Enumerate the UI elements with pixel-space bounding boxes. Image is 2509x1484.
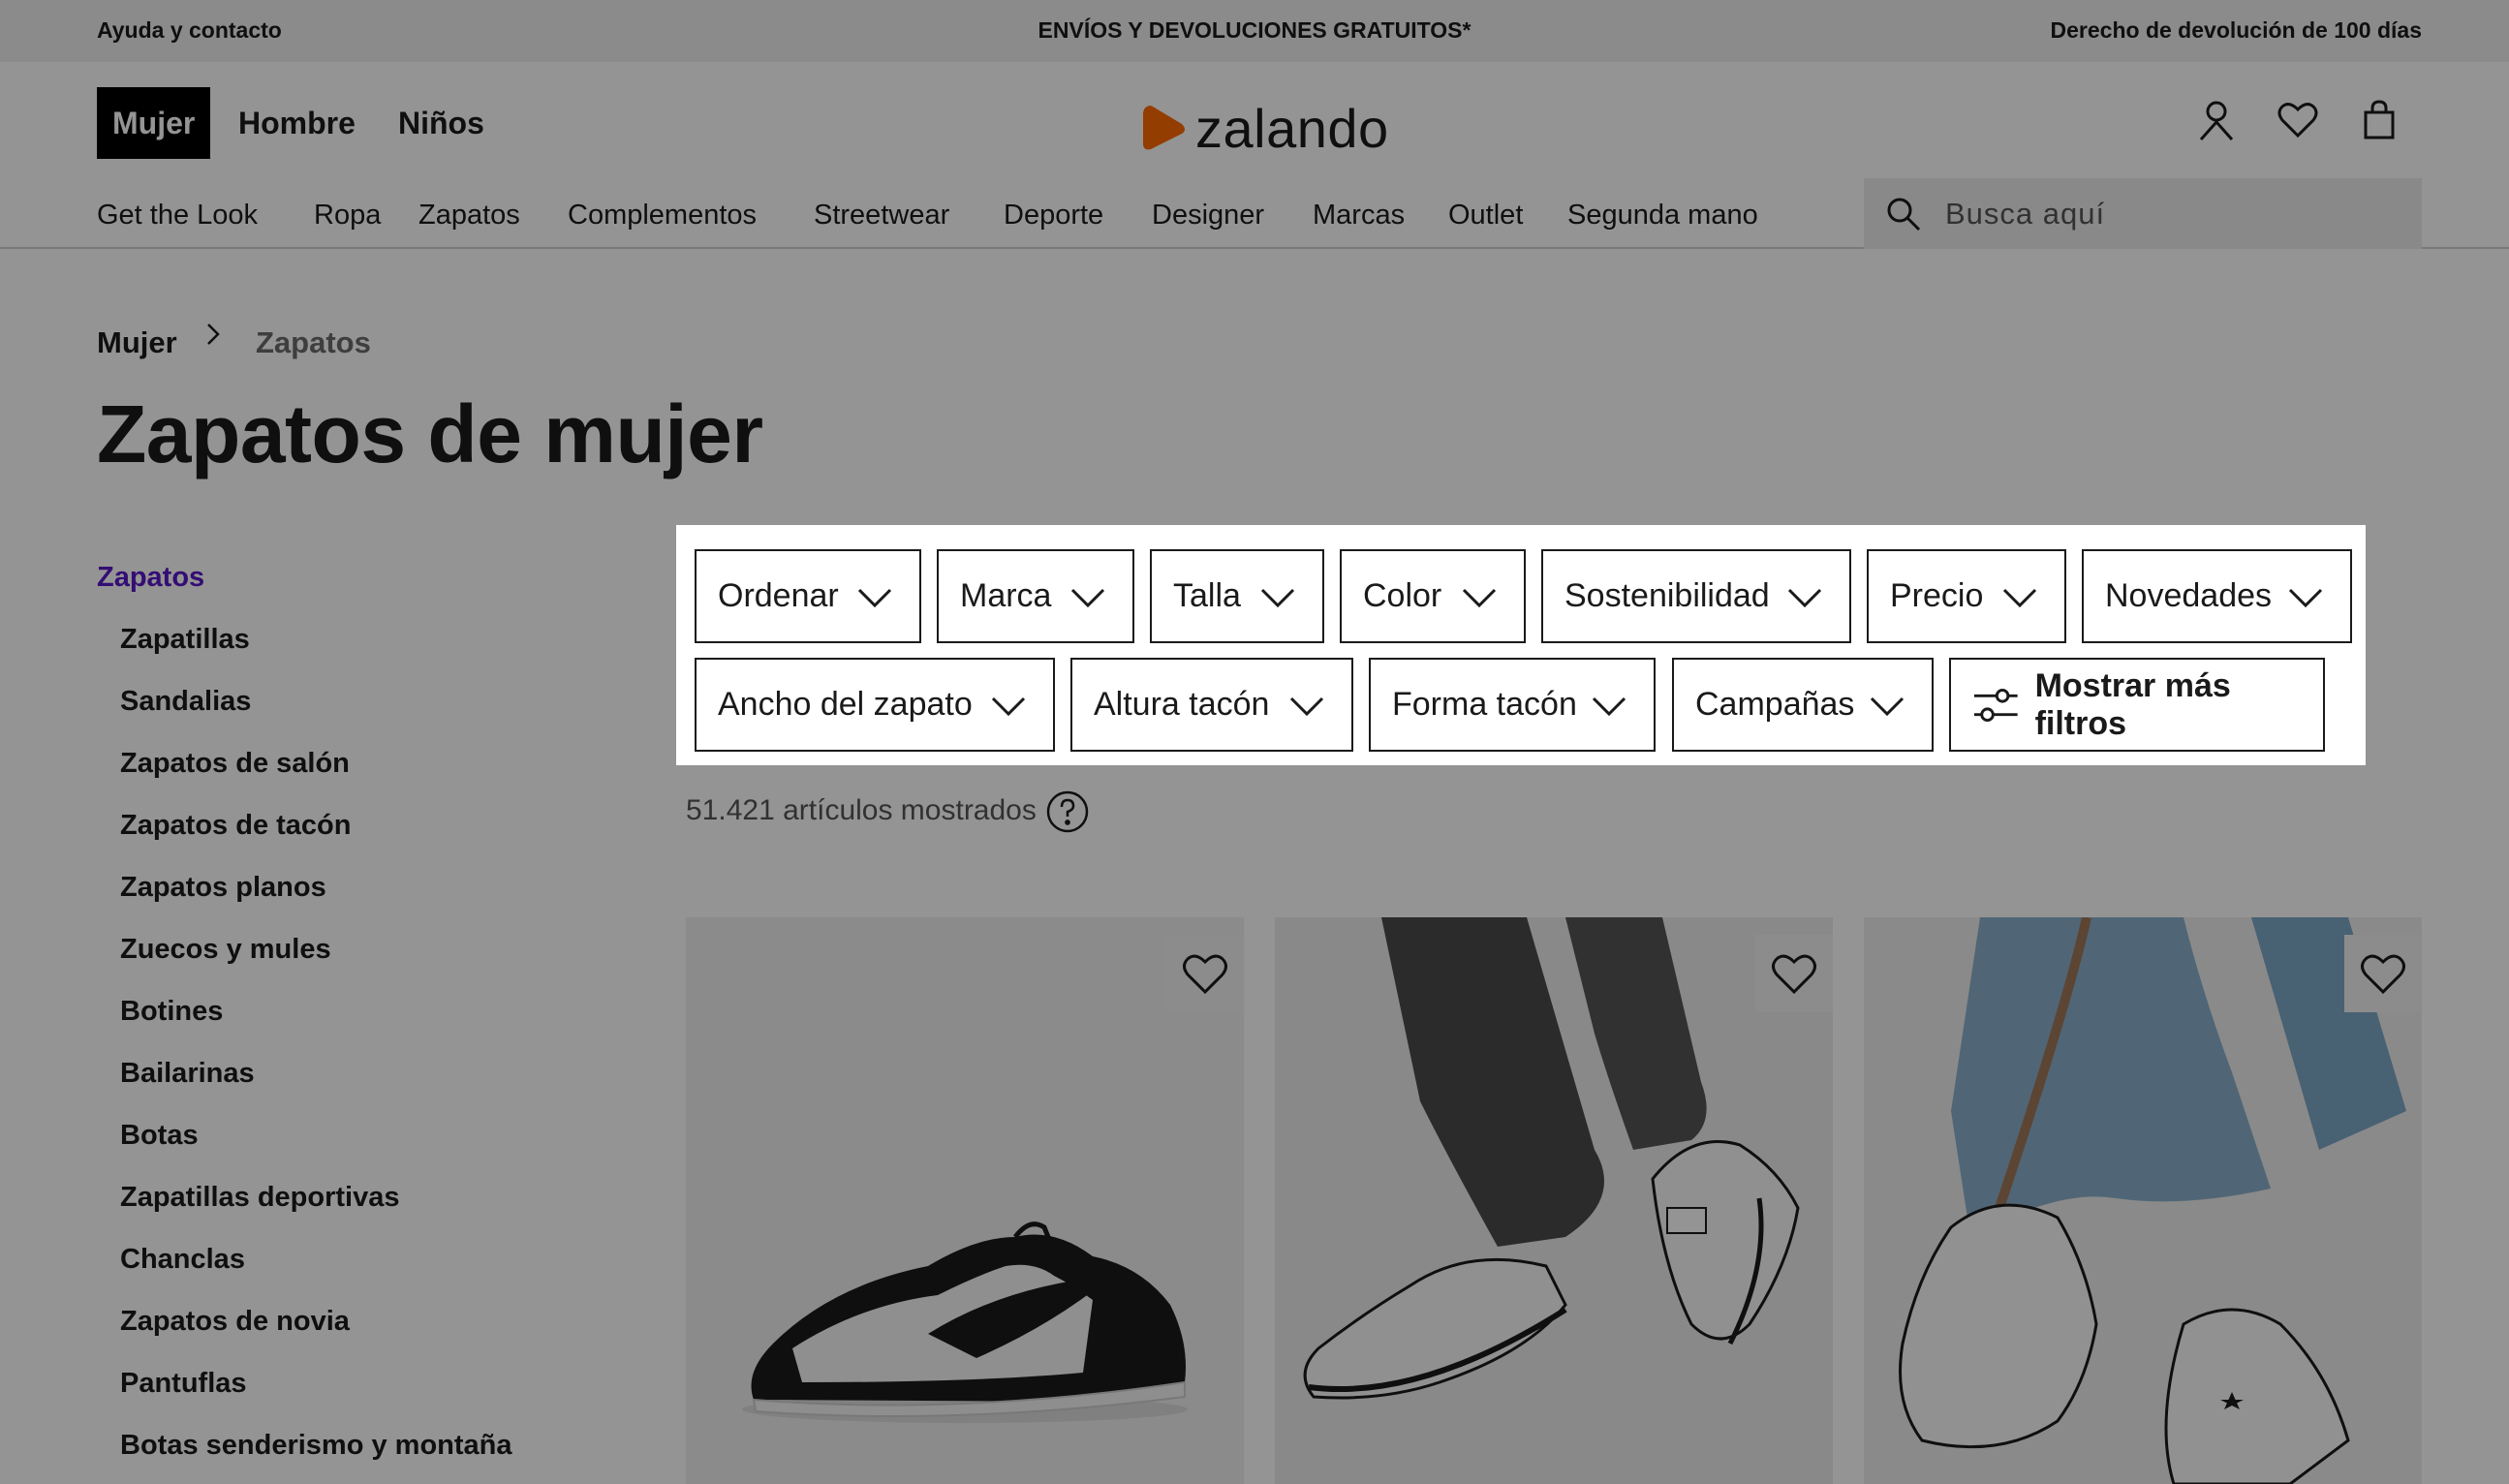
sidebar-item-botas[interactable]: Botas (120, 1116, 512, 1178)
filter-bar: Ordenar Marca Talla Color Sostenibilidad… (676, 525, 2366, 765)
sidebar-item-zapatos-de-novia[interactable]: Zapatos de novia (120, 1302, 512, 1364)
filter-talla-button[interactable]: Talla (1150, 549, 1324, 643)
sidebar-item-botines[interactable]: Botines (120, 992, 512, 1054)
chevron-down-icon (1870, 696, 1905, 717)
heart-icon (1772, 954, 1816, 995)
page-title: Zapatos de mujer (97, 388, 763, 479)
more-filters-button[interactable]: Mostrar más filtros (1949, 658, 2325, 752)
search-icon (1887, 198, 1921, 231)
nav-outlet[interactable]: Outlet (1448, 200, 1523, 232)
nav-deporte[interactable]: Deporte (1004, 200, 1103, 232)
product-card[interactable] (686, 917, 1244, 1484)
results-count: 51.421 artículos mostrados (686, 794, 1037, 826)
nav-ropa[interactable]: Ropa (314, 200, 381, 232)
return-policy-link[interactable]: Derecho de devolución de 100 días (2051, 17, 2422, 44)
heart-icon (1183, 954, 1227, 995)
filter-campanas-button[interactable]: Campañas (1672, 658, 1934, 752)
chevron-down-icon (2288, 588, 2323, 608)
sidebar-item-pantuflas[interactable]: Pantuflas (120, 1364, 512, 1426)
gender-tab-mujer[interactable]: Mujer (97, 87, 211, 159)
sidebar-item-sandalias[interactable]: Sandalias (120, 682, 512, 744)
shopping-bag-icon[interactable] (2352, 93, 2406, 147)
sliders-icon (1973, 688, 2018, 722)
sidebar-item-zapatos-de-tacon[interactable]: Zapatos de tacón (120, 806, 512, 868)
more-filters-label: Mostrar más filtros (2034, 666, 2231, 742)
help-question-icon[interactable] (1045, 789, 1090, 834)
nav-streetwear[interactable]: Streetwear (814, 200, 949, 232)
chevron-down-icon (1289, 696, 1324, 717)
breadcrumb-mujer[interactable]: Mujer (97, 325, 177, 360)
logo-wordmark: zalando (1195, 97, 1389, 159)
filter-precio-button[interactable]: Precio (1867, 549, 2066, 643)
search-input[interactable] (1945, 196, 2410, 232)
filter-label: Sostenibilidad (1564, 577, 1770, 614)
sidebar-category-list: Zapatillas Sandalias Zapatos de salón Za… (120, 620, 512, 1484)
sidebar-item-zapatillas-deportivas[interactable]: Zapatillas deportivas (120, 1178, 512, 1240)
chevron-down-icon (991, 696, 1026, 717)
breadcrumb-chevron-icon (207, 324, 220, 345)
filter-altura-tacon-button[interactable]: Altura tacón (1070, 658, 1353, 752)
filter-label: Marca (960, 577, 1052, 614)
sidebar-item-zapatos-de-salon[interactable]: Zapatos de salón (120, 744, 512, 806)
filter-label: Ordenar (718, 577, 839, 614)
filter-color-button[interactable]: Color (1340, 549, 1526, 643)
filter-label: Color (1363, 577, 1442, 614)
product-image-white-canvas-sneaker (1275, 917, 1833, 1484)
wishlist-button[interactable] (2344, 935, 2422, 1012)
sidebar-item-chanclas[interactable]: Chanclas (120, 1240, 512, 1302)
top-info-bar: Ayuda y contacto ENVÍOS Y DEVOLUCIONES G… (0, 0, 2509, 62)
site-header: Mujer Hombre Niños zalando Get the Look … (0, 62, 2509, 249)
nav-segunda-mano[interactable]: Segunda mano (1567, 200, 1758, 232)
gender-tab-ninos[interactable]: Niños (383, 87, 500, 159)
wishlist-button[interactable] (1166, 935, 1244, 1012)
gender-tab-hombre[interactable]: Hombre (223, 87, 371, 159)
filter-label: Forma tacón (1392, 686, 1577, 723)
filter-forma-tacon-button[interactable]: Forma tacón (1369, 658, 1656, 752)
sidebar-item-bailarinas[interactable]: Bailarinas (120, 1054, 512, 1116)
product-image-white-high-top-sneaker (1864, 917, 2422, 1484)
sidebar-item-zapatillas[interactable]: Zapatillas (120, 620, 512, 682)
search-bar[interactable] (1864, 178, 2422, 249)
filter-ancho-button[interactable]: Ancho del zapato (695, 658, 1055, 752)
nav-complementos[interactable]: Complementos (568, 200, 757, 232)
chevron-down-icon (1592, 696, 1626, 717)
filter-label: Ancho del zapato (718, 686, 973, 723)
chevron-down-icon (2002, 588, 2037, 608)
sidebar-item-botas-senderismo[interactable]: Botas senderismo y montaña (120, 1426, 512, 1484)
chevron-down-icon (1070, 588, 1105, 608)
zalando-logo-icon (1143, 106, 1185, 150)
wishlist-button[interactable] (1755, 935, 1833, 1012)
chevron-down-icon (1462, 588, 1497, 608)
heart-icon (2361, 954, 2405, 995)
chevron-down-icon (1260, 588, 1295, 608)
sidebar-item-zapatos-planos[interactable]: Zapatos planos (120, 868, 512, 930)
chevron-down-icon (857, 588, 892, 608)
chevron-down-icon (1787, 588, 1822, 608)
filter-sostenibilidad-button[interactable]: Sostenibilidad (1541, 549, 1851, 643)
nav-designer[interactable]: Designer (1152, 200, 1264, 232)
zalando-logo[interactable]: zalando (1141, 97, 1389, 159)
product-card[interactable] (1275, 917, 1833, 1484)
product-image-sneaker-black-white (686, 917, 1244, 1484)
nav-marcas[interactable]: Marcas (1313, 200, 1405, 232)
filter-novedades-button[interactable]: Novedades (2082, 549, 2352, 643)
sidebar-item-zuecos-y-mules[interactable]: Zuecos y mules (120, 930, 512, 992)
filter-marca-button[interactable]: Marca (937, 549, 1134, 643)
filter-label: Novedades (2105, 577, 2273, 614)
filter-label: Precio (1890, 577, 1984, 614)
filter-label: Altura tacón (1094, 686, 1270, 723)
product-card[interactable] (1864, 917, 2422, 1484)
sidebar-category-heading[interactable]: Zapatos (97, 562, 204, 594)
account-icon[interactable] (2189, 93, 2244, 147)
breadcrumb-current: Zapatos (256, 325, 371, 359)
wishlist-heart-icon[interactable] (2271, 93, 2325, 147)
filter-label: Campañas (1695, 686, 1855, 723)
nav-get-the-look[interactable]: Get the Look (97, 200, 258, 232)
nav-zapatos[interactable]: Zapatos (418, 200, 520, 232)
filter-ordenar-button[interactable]: Ordenar (695, 549, 921, 643)
filter-label: Talla (1173, 577, 1241, 614)
